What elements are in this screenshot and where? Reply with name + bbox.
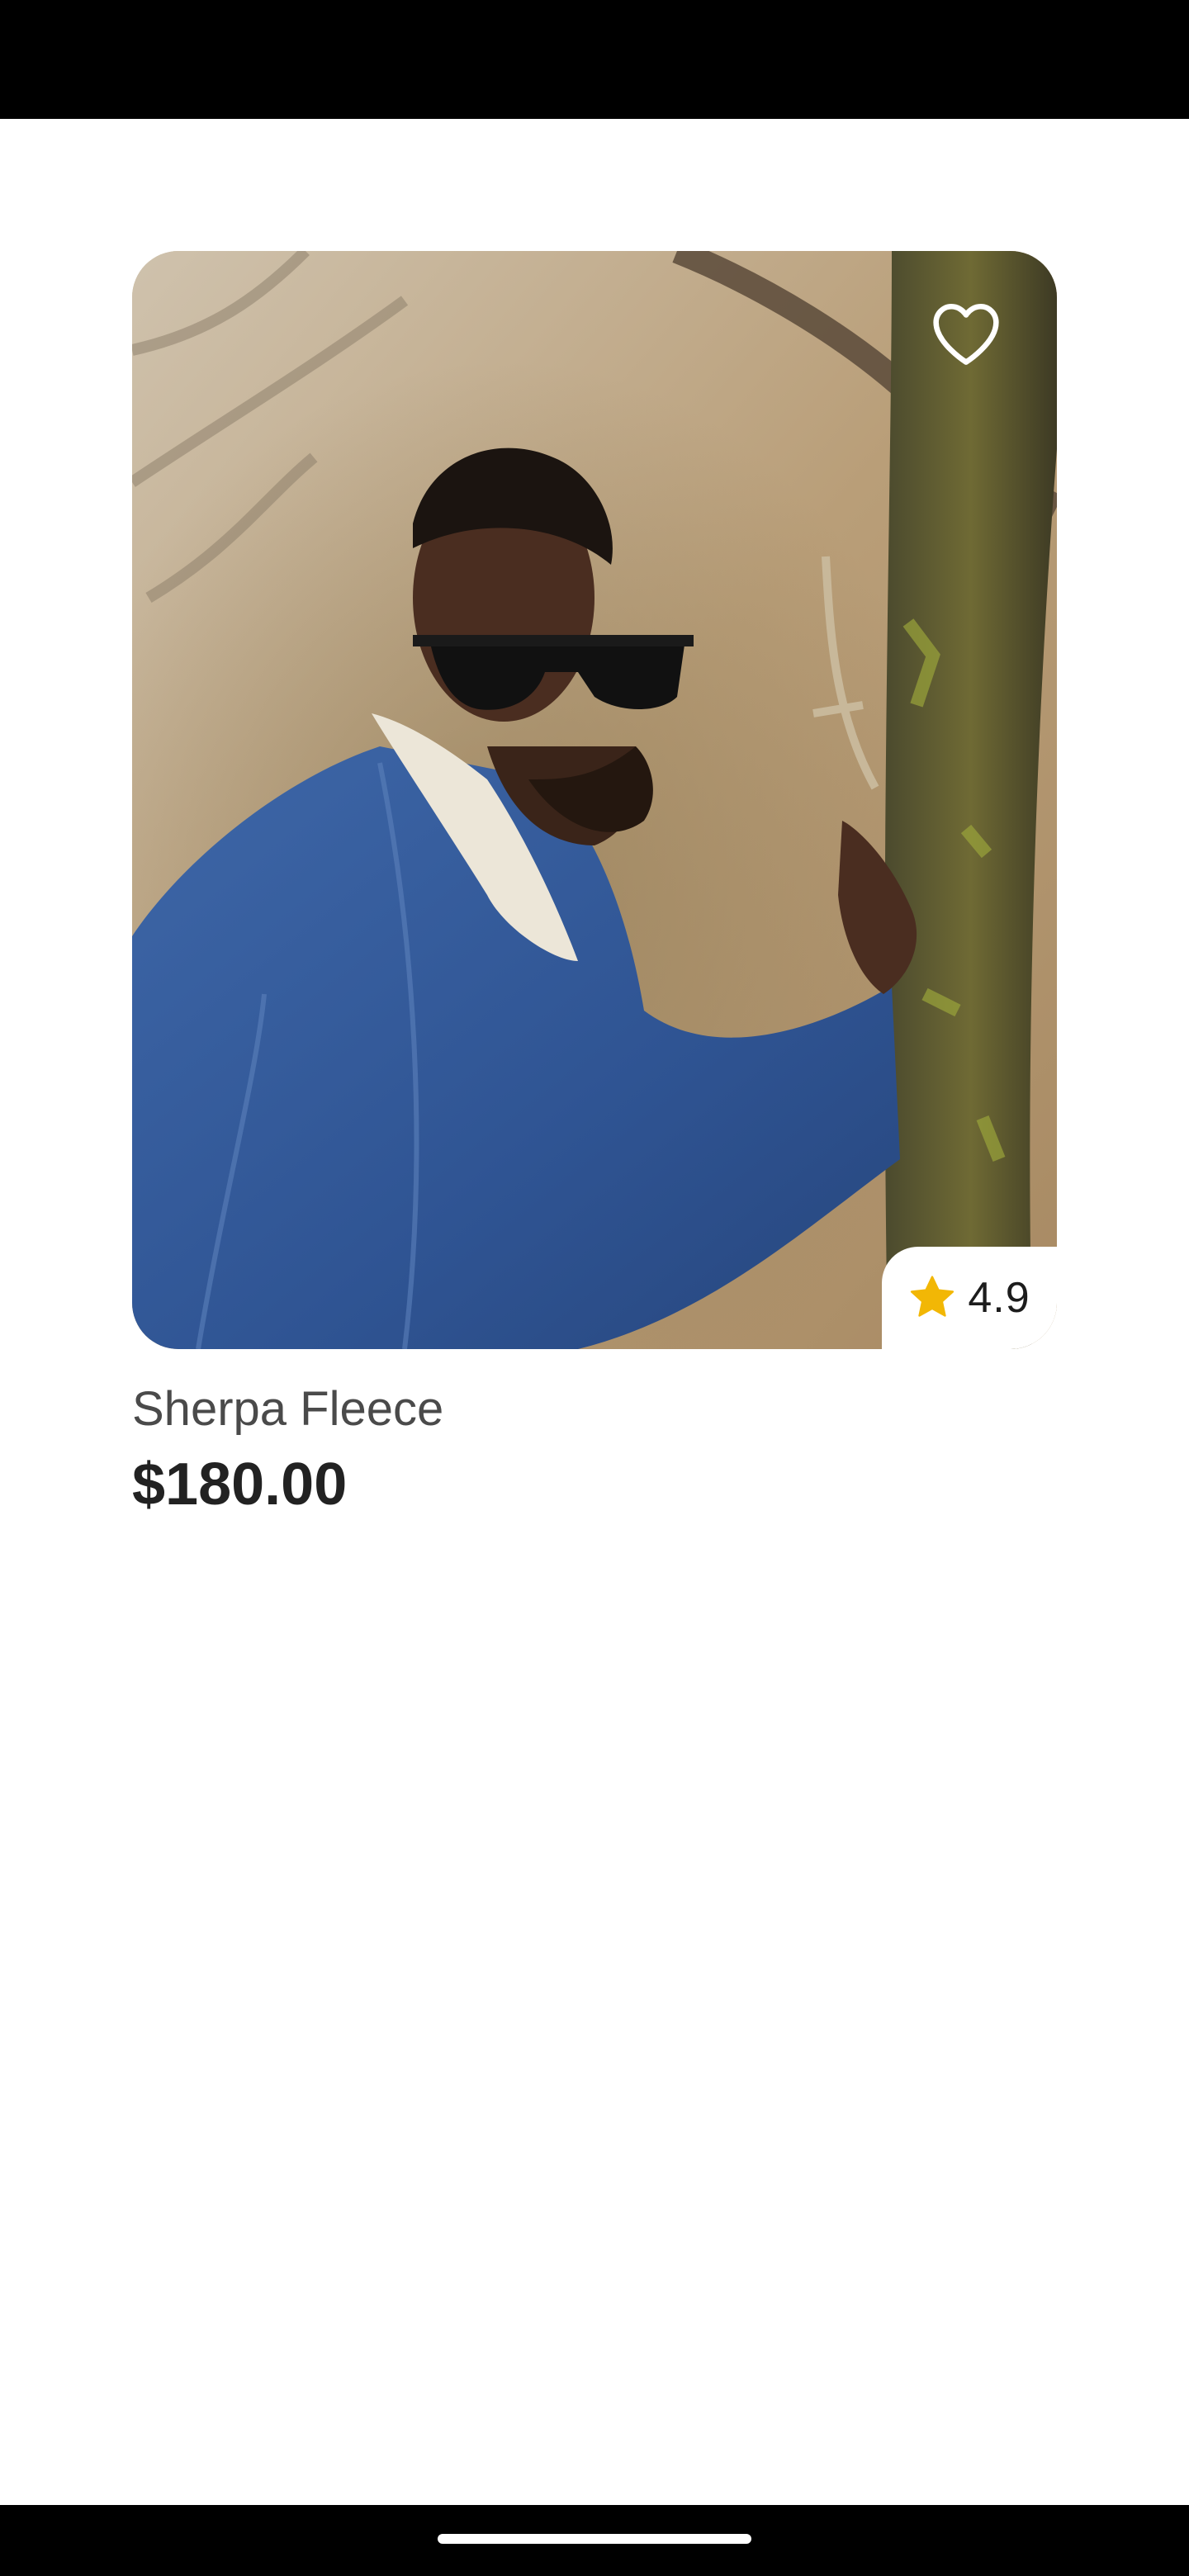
star-icon [911,1276,955,1317]
rating-value: 4.9 [968,1274,1030,1322]
rating-badge: 4.9 [882,1247,1057,1349]
product-image[interactable]: 4.9 [132,251,1057,1349]
home-indicator[interactable] [438,2534,751,2544]
favorite-button[interactable] [925,292,1007,375]
heart-outline-icon [933,304,999,365]
product-card[interactable]: 4.9 Sherpa Fleece $180.00 [132,251,1057,1519]
product-price: $180.00 [132,1451,348,1518]
status-bar [0,0,1189,119]
product-photo [132,251,1057,1349]
product-name: Sherpa Fleece [132,1382,444,1436]
